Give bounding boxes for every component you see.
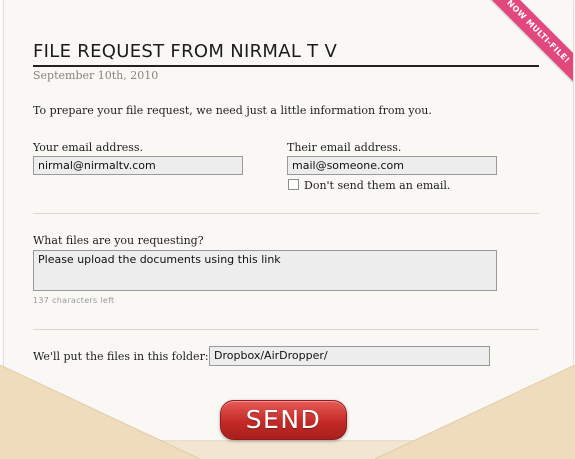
dont-send-email-checkbox[interactable] <box>288 179 299 190</box>
your-email-field[interactable]: nirmal@nirmaltv.com <box>33 156 243 175</box>
dont-send-email-label[interactable]: Don't send them an email. <box>304 179 450 192</box>
destination-folder-field[interactable]: Dropbox/AirDropper/ <box>209 346 490 366</box>
their-email-label: Their email address. <box>287 141 402 154</box>
files-label: What files are you requesting? <box>33 234 204 247</box>
section-divider <box>33 329 539 330</box>
send-button[interactable]: SEND <box>220 400 347 440</box>
characters-left-counter: 137 characters left <box>33 296 115 305</box>
intro-text: To prepare your file request, we need ju… <box>33 104 432 117</box>
page-title: FILE REQUEST FROM NIRMAL T V <box>33 41 539 67</box>
section-divider <box>33 213 539 214</box>
their-email-field[interactable]: mail@someone.com <box>287 156 497 175</box>
files-request-textarea[interactable]: Please upload the documents using this l… <box>33 250 497 291</box>
folder-label: We'll put the files in this folder: <box>33 350 209 363</box>
your-email-label: Your email address. <box>33 141 143 154</box>
request-date: September 10th, 2010 <box>33 69 159 82</box>
